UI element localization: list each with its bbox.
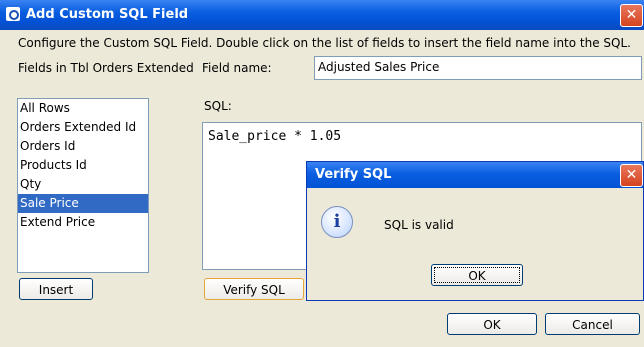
window-title: Add Custom SQL Field bbox=[26, 7, 189, 22]
verify-sql-dialog: Verify SQL ✕ i SQL is valid OK bbox=[306, 161, 644, 301]
field-name-input[interactable]: Adjusted Sales Price bbox=[314, 56, 642, 80]
dialog-title-bar: Verify SQL ✕ bbox=[307, 162, 643, 188]
dialog-ok-button[interactable]: OK bbox=[431, 264, 523, 286]
verify-sql-button[interactable]: Verify SQL bbox=[204, 278, 304, 300]
list-item-selected[interactable]: Sale Price bbox=[18, 194, 148, 213]
list-item[interactable]: Products Id bbox=[18, 156, 148, 175]
info-icon: i bbox=[321, 206, 353, 238]
title-bar: Add Custom SQL Field ✕ bbox=[0, 0, 644, 30]
fields-list[interactable]: All Rows Orders Extended Id Orders Id Pr… bbox=[17, 98, 149, 273]
sql-text: Sale_price * 1.05 bbox=[208, 129, 342, 144]
list-item[interactable]: Orders Extended Id bbox=[18, 118, 148, 137]
list-item[interactable]: Qty bbox=[18, 175, 148, 194]
dialog-close-button[interactable]: ✕ bbox=[620, 164, 643, 187]
list-item[interactable]: All Rows bbox=[18, 99, 148, 118]
app-icon bbox=[6, 7, 20, 21]
field-name-value: Adjusted Sales Price bbox=[318, 60, 440, 74]
dialog-title: Verify SQL bbox=[315, 167, 392, 182]
add-custom-sql-field-window: Add Custom SQL Field ✕ Configure the Cus… bbox=[0, 0, 644, 347]
ok-button[interactable]: OK bbox=[447, 313, 537, 335]
close-button[interactable]: ✕ bbox=[620, 4, 643, 27]
insert-button[interactable]: Insert bbox=[19, 278, 93, 300]
list-item[interactable]: Extend Price bbox=[18, 213, 148, 232]
fields-label: Fields in Tbl Orders Extended bbox=[18, 61, 194, 75]
list-item[interactable]: Orders Id bbox=[18, 137, 148, 156]
instructions-text: Configure the Custom SQL Field. Double c… bbox=[18, 36, 631, 50]
field-name-label: Field name: bbox=[202, 61, 272, 75]
sql-label: SQL: bbox=[204, 99, 232, 113]
dialog-message: SQL is valid bbox=[384, 218, 454, 232]
cancel-button[interactable]: Cancel bbox=[545, 313, 640, 335]
